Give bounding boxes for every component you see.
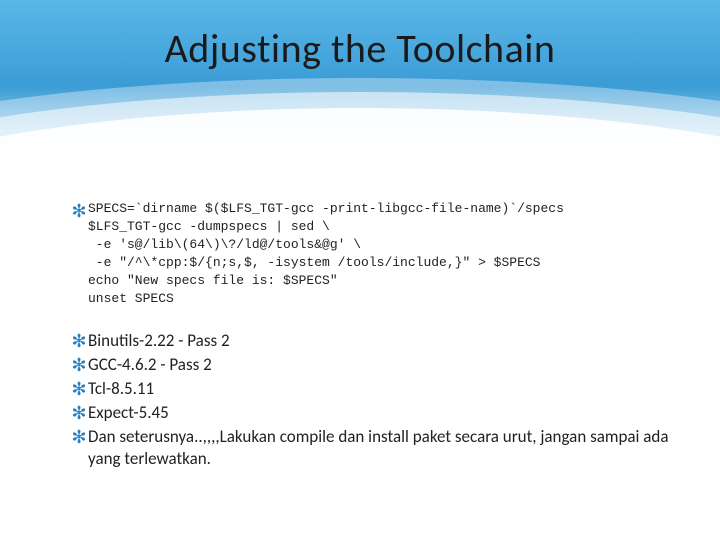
- bullet-icon: [70, 426, 88, 448]
- bullet-icon: [70, 200, 88, 222]
- bullet-icon: [70, 378, 88, 400]
- code-line: $LFS_TGT-gcc -dumpspecs | sed \: [88, 219, 330, 234]
- list-item: Tcl-8.5.11: [70, 378, 680, 400]
- slide-content: SPECS=`dirname $($LFS_TGT-gcc -print-lib…: [70, 200, 680, 472]
- list-item: GCC-4.6.2 - Pass 2: [70, 354, 680, 376]
- list-item: Dan seterusnya..,,,,Lakukan compile dan …: [70, 426, 680, 470]
- code-line: SPECS=`dirname $($LFS_TGT-gcc -print-lib…: [88, 201, 564, 216]
- code-line: -e 's@/lib\(64\)\?/ld@/tools&@g' \: [88, 237, 361, 252]
- code-line: unset SPECS: [88, 291, 174, 306]
- header-band: Adjusting the Toolchain: [0, 0, 720, 180]
- list-item-text: Tcl-8.5.11: [88, 378, 154, 400]
- list-item: Expect-5.45: [70, 402, 680, 424]
- list-item-text: Expect-5.45: [88, 402, 169, 424]
- code-line: -e "/^\*cpp:$/{n;s,$, -isystem /tools/in…: [88, 255, 540, 270]
- code-block: SPECS=`dirname $($LFS_TGT-gcc -print-lib…: [88, 200, 564, 308]
- list-item: Binutils-2.22 - Pass 2: [70, 330, 680, 352]
- slide-title: Adjusting the Toolchain: [0, 24, 720, 73]
- list-item-text: Binutils-2.22 - Pass 2: [88, 330, 230, 352]
- code-line: echo "New specs file is: $SPECS": [88, 273, 338, 288]
- code-bullet: SPECS=`dirname $($LFS_TGT-gcc -print-lib…: [70, 200, 680, 308]
- bullet-icon: [70, 330, 88, 352]
- list-item-text: Dan seterusnya..,,,,Lakukan compile dan …: [88, 426, 680, 470]
- bullet-icon: [70, 354, 88, 376]
- bullet-list: Binutils-2.22 - Pass 2 GCC-4.6.2 - Pass …: [70, 330, 680, 470]
- bullet-icon: [70, 402, 88, 424]
- list-item-text: GCC-4.6.2 - Pass 2: [88, 354, 212, 376]
